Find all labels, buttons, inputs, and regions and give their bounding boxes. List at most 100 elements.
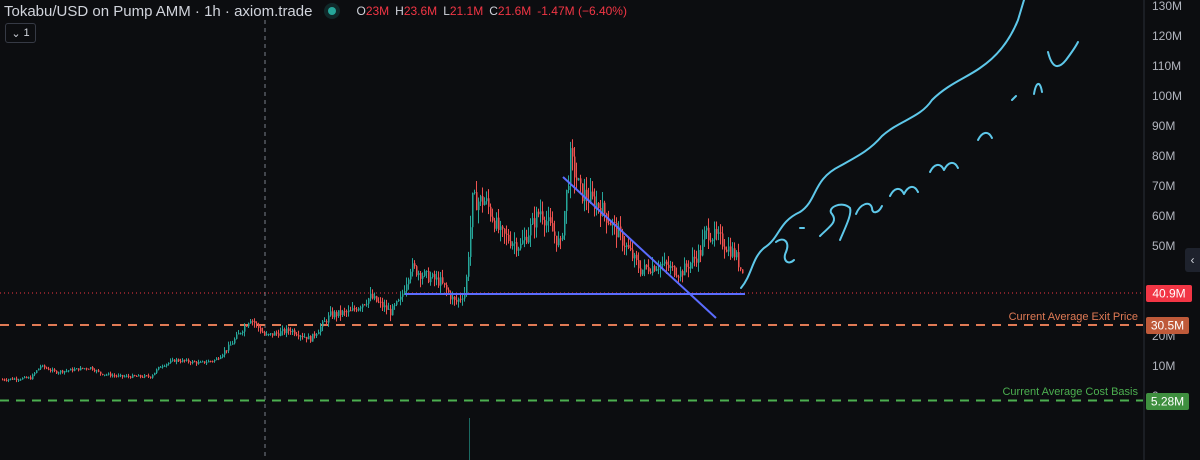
candle-body <box>14 378 16 380</box>
candle-body <box>500 226 502 230</box>
candle-body <box>504 228 506 234</box>
candle-body <box>56 370 58 374</box>
low-value: 21.1M <box>449 4 484 18</box>
candle-body <box>624 245 626 248</box>
interval-dropdown-button[interactable]: ⌄ 1 <box>5 23 36 43</box>
candle-body <box>462 298 464 300</box>
candle-body <box>394 304 396 306</box>
cost-basis-value: 5.28M <box>1151 395 1184 409</box>
candle-body <box>446 284 448 290</box>
candle-body <box>658 268 660 270</box>
candle-body <box>284 329 286 334</box>
candle-body <box>224 350 226 355</box>
candle-body <box>582 183 584 202</box>
candle-body <box>512 243 514 246</box>
candle-body <box>708 227 710 241</box>
candle-body <box>16 378 18 380</box>
candle-body <box>236 334 238 339</box>
candle-body <box>68 370 70 372</box>
candle-body <box>316 334 318 336</box>
candle-body <box>434 274 436 280</box>
candle-body <box>114 375 116 377</box>
candle-body <box>634 254 636 259</box>
market-status-dot <box>328 7 337 15</box>
candle-body <box>210 361 212 363</box>
candle-body <box>726 249 728 252</box>
candle-body <box>426 270 428 272</box>
candle-body <box>240 333 242 335</box>
price-chart[interactable]: Current Average Exit Price Current Avera… <box>0 0 1200 460</box>
candle-body <box>530 224 532 236</box>
candle-body <box>248 323 250 327</box>
candle-body <box>42 365 44 367</box>
candle-body <box>498 217 500 230</box>
candle-body <box>570 148 572 186</box>
candle-body <box>566 189 568 212</box>
candle-body <box>642 269 644 275</box>
candle-body <box>406 284 408 292</box>
candle-body <box>536 211 538 228</box>
candle-body <box>98 370 100 372</box>
candle-body <box>304 336 306 338</box>
candle-body <box>150 376 152 378</box>
y-tick-label: 90M <box>1152 119 1175 133</box>
candle-body <box>66 370 68 372</box>
candle-body <box>468 256 470 277</box>
candle-body <box>320 326 322 333</box>
candle-body <box>238 333 240 335</box>
candle-body <box>470 227 472 257</box>
candle-body <box>332 311 334 318</box>
candle-body <box>72 368 74 371</box>
candle-body <box>700 250 702 256</box>
candle-body <box>344 311 346 313</box>
symbol-title[interactable]: Tokabu/USD on Pump AMM · 1h · axiom.trad… <box>4 3 312 20</box>
candle-body <box>220 356 222 359</box>
candle-body <box>328 315 330 323</box>
candle-body <box>518 248 520 251</box>
exit-price-value: 30.5M <box>1151 319 1184 333</box>
candle-body <box>572 148 574 157</box>
price-axis[interactable]: 130M120M110M100M90M80M70M60M50M20M10M0 4… <box>1143 0 1200 460</box>
candle-body <box>364 304 366 306</box>
candle-body <box>428 270 430 283</box>
candle-body <box>74 369 76 371</box>
candle-body <box>474 192 476 194</box>
chevron-left-icon: ‹ <box>1190 253 1195 267</box>
candle-body <box>208 361 210 363</box>
ohlc-legend: O23M H23.6M L21.1M C21.6M -1.47M (−6.40%… <box>356 4 627 18</box>
candle-body <box>160 366 162 368</box>
candle-body <box>140 375 142 377</box>
candle-body <box>528 235 530 243</box>
candle-body <box>740 267 742 270</box>
candle-body <box>322 321 324 327</box>
candle-body <box>430 277 432 283</box>
candle-body <box>716 228 718 234</box>
candle-body <box>592 191 594 197</box>
candle-body <box>270 333 272 335</box>
candle-body <box>632 249 634 259</box>
candle-body <box>282 329 284 332</box>
candle-body <box>544 219 546 226</box>
candle-body <box>108 373 110 375</box>
change-value: -1.47M (−6.40%) <box>537 4 627 18</box>
candle-body <box>126 375 128 377</box>
candle-body <box>120 375 122 377</box>
candle-body <box>80 367 82 371</box>
candle-body <box>668 264 670 268</box>
candle-body <box>172 359 174 361</box>
candle-body <box>408 279 410 285</box>
candle-body <box>170 360 172 363</box>
candle-body <box>302 335 304 337</box>
candle-body <box>310 336 312 342</box>
candle-body <box>348 310 350 313</box>
candle-body <box>452 296 454 300</box>
candle-body <box>230 344 232 346</box>
open-value: 23M <box>365 4 390 18</box>
candle-body <box>300 335 302 337</box>
collapse-panel-button[interactable]: ‹ <box>1185 248 1200 272</box>
y-tick-label: 120M <box>1152 29 1182 43</box>
candle-body <box>360 307 362 309</box>
candle-body <box>640 268 642 275</box>
candle-body <box>366 303 368 305</box>
candle-body <box>36 370 38 373</box>
